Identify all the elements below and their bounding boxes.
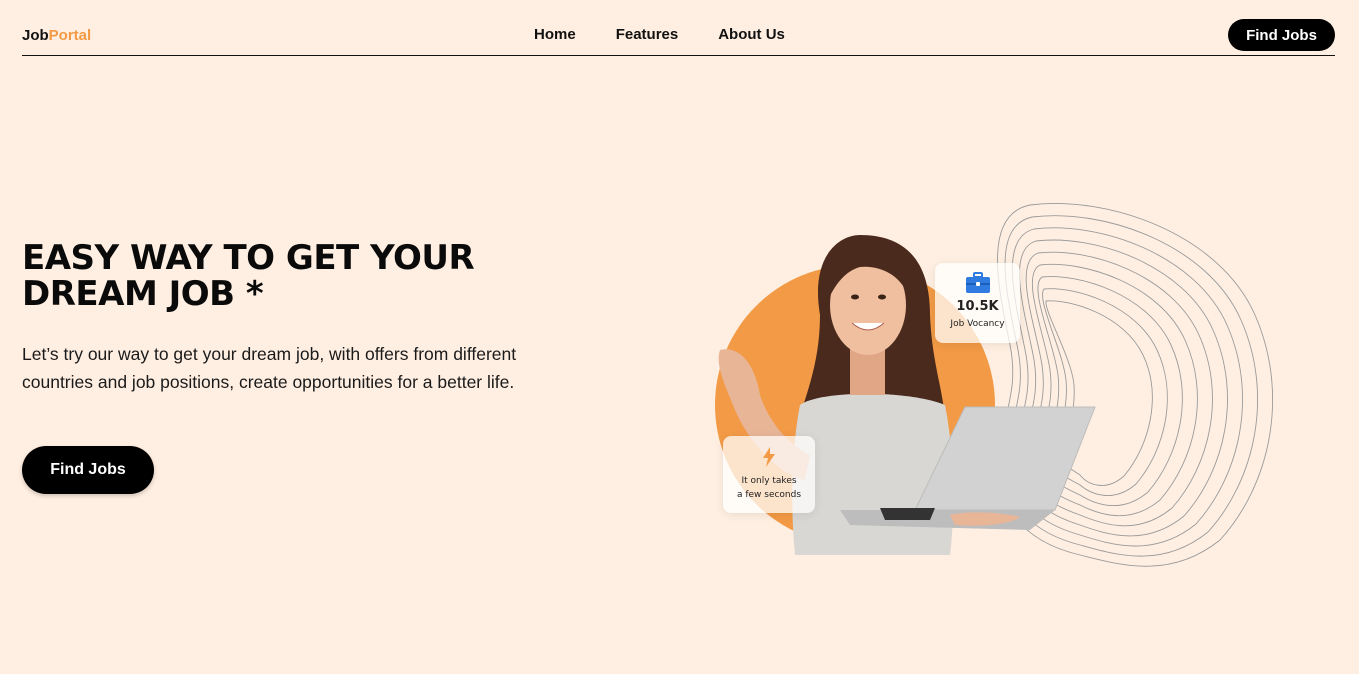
nav-link-features[interactable]: Features [616,26,679,43]
speed-card: It only takes a few seconds [723,436,815,513]
hero-description: Let’s try our way to get your dream job,… [22,344,517,392]
nav-link-home[interactable]: Home [534,26,576,43]
job-vacancy-card: 10.5K Job Vocancy [935,263,1020,343]
hero-title-line2: DREAM JOB * [22,274,264,314]
nav-links: Home Features About Us [534,26,825,43]
navbar: JobPortal Home Features About Us Find Jo… [22,0,1335,56]
hero-find-jobs-button[interactable]: Find Jobs [22,446,154,494]
logo-part-job: Job [22,27,49,44]
hero-illustration [715,203,1273,567]
logo-part-portal: Portal [48,27,92,44]
nav-find-jobs-button[interactable]: Find Jobs [1228,19,1335,51]
speed-text: It only takes a few seconds [723,474,815,502]
logo[interactable]: JobPortal [22,27,91,44]
job-vacancy-label: Job Vocancy [950,319,1005,329]
briefcase-icon [935,271,1020,297]
lightning-icon [723,446,815,470]
nav-link-about-us[interactable]: About Us [718,26,785,43]
speed-text-line2: a few seconds [736,490,802,500]
hero-title-line1: EASY WAY TO GET YOUR [22,238,475,278]
hero-title: EASY WAY TO GET YOUR DREAM JOB * [22,240,522,312]
job-vacancy-count: 10.5K [956,299,999,314]
speed-text-line1: It only takes [741,476,797,486]
